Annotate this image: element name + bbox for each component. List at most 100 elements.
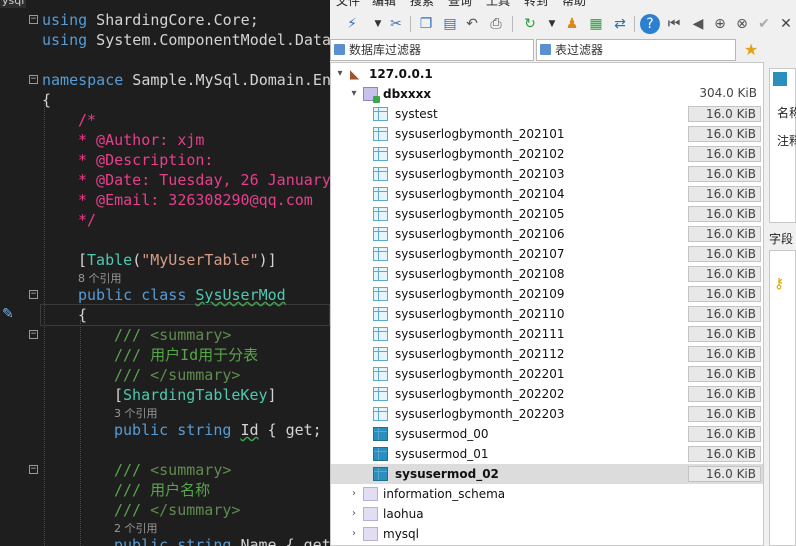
tree-table-node[interactable]: sysusermod_00 16.0 KiB [331,424,763,444]
table-size: 16.0 KiB [688,406,761,422]
tree-table-node[interactable]: sysuserlogbymonth_202106 16.0 KiB [331,224,763,244]
apply-icon[interactable]: ✔ [754,14,774,34]
paste-icon[interactable]: ▤ [440,14,460,34]
session-tree[interactable]: ▾ ◣ 127.0.0.1 ▾ dbxxxx 304.0 KiB systest… [330,62,764,546]
tree-table-node[interactable]: sysusermod_02 16.0 KiB [331,464,763,484]
table-name: sysuserlogbymonth_202101 [395,127,565,141]
property-declaration[interactable]: public string Id { get; set; } [114,420,330,440]
tree-table-node[interactable]: sysuserlogbymonth_202103 16.0 KiB [331,164,763,184]
dropdown-icon[interactable]: ▼ [368,14,388,34]
table-size: 16.0 KiB [688,146,761,162]
tree-database-node[interactable]: ▾ dbxxxx 304.0 KiB [331,84,763,104]
disconnect-icon[interactable]: ✂ [386,14,406,34]
close-icon[interactable]: ✕ [776,14,796,34]
table-size: 16.0 KiB [688,326,761,342]
table-filter-input[interactable]: 表过滤器 [536,39,736,61]
fold-toggle[interactable]: − [29,330,38,339]
tree-table-node[interactable]: sysuserlogbymonth_202110 16.0 KiB [331,304,763,324]
tree-database-node[interactable]: › laohua [331,504,763,524]
prev-icon[interactable]: ◀ [688,14,708,34]
fold-toggle[interactable]: − [29,465,38,474]
attribute-line[interactable]: [Table("MyUserTable")] [78,250,277,270]
quick-actions-brush-icon[interactable]: ✎ [2,306,18,322]
table-icon [373,207,388,221]
fold-toggle[interactable]: − [29,75,38,84]
comment-line[interactable]: */ [78,210,96,230]
code-line[interactable]: { [42,90,51,110]
refresh-icon[interactable]: ↻ [520,14,540,34]
tree-table-node[interactable]: sysuserlogbymonth_202101 16.0 KiB [331,124,763,144]
database-label: mysql [383,527,419,541]
tree-table-node[interactable]: sysusermod_01 16.0 KiB [331,444,763,464]
tree-host-node[interactable]: ▾ ◣ 127.0.0.1 [331,64,763,84]
add-icon[interactable]: ⊕ [710,14,730,34]
code-line[interactable]: { [78,305,87,325]
code-line[interactable]: namespace Sample.MySql.Domain.Entitys [42,70,330,90]
tree-table-node[interactable]: sysuserlogbymonth_202104 16.0 KiB [331,184,763,204]
table-name: sysuserlogbymonth_202108 [395,267,565,281]
connect-icon[interactable]: ⚡ [342,14,362,34]
help-icon[interactable]: ? [640,14,660,34]
print-icon[interactable]: ⎙ [486,14,506,34]
first-icon[interactable]: ⏮ [664,14,684,34]
tree-table-node[interactable]: systest 16.0 KiB [331,104,763,124]
xmldoc-line[interactable]: /// <summary> [114,460,231,480]
tree-table-node[interactable]: sysuserlogbymonth_202111 16.0 KiB [331,324,763,344]
code-line[interactable]: using System.ComponentModel.DataAnnotati… [42,30,330,50]
class-declaration[interactable]: public class SysUserMod [78,285,286,305]
tree-table-node[interactable]: sysuserlogbymonth_202102 16.0 KiB [331,144,763,164]
tree-table-node[interactable]: sysuserlogbymonth_202107 16.0 KiB [331,244,763,264]
tree-table-node[interactable]: sysuserlogbymonth_202112 16.0 KiB [331,344,763,364]
users-icon[interactable]: ♟ [562,14,582,34]
tree-table-node[interactable]: sysuserlogbymonth_202203 16.0 KiB [331,404,763,424]
xmldoc-line[interactable]: /// </summary> [114,500,240,520]
star-icon[interactable]: ★ [738,39,764,61]
tree-database-node[interactable]: › mysql [331,524,763,544]
expand-arrow-icon[interactable]: › [349,528,359,540]
xmldoc-line[interactable]: /// <summary> [114,325,231,345]
code-line[interactable]: using ShardingCore.Core; [42,10,259,30]
xmldoc-line[interactable]: /// </summary> [114,365,240,385]
comment-line[interactable]: /* [78,110,96,130]
table-name: sysuserlogbymonth_202103 [395,167,565,181]
database-filter-input[interactable]: 数据库过滤器 [330,39,534,61]
fold-toggle[interactable]: − [29,15,38,24]
table-size: 16.0 KiB [688,186,761,202]
table-size: 16.0 KiB [688,266,761,282]
collapse-arrow-icon[interactable]: ▾ [349,88,359,100]
table-size: 16.0 KiB [688,346,761,362]
xmldoc-line[interactable]: /// 用户名称 [114,480,210,500]
code-editor[interactable]: ysql − − − − − ✎ using ShardingCore.Core… [0,0,330,546]
codelens-references[interactable]: 2 个引用 [114,520,158,536]
undo-icon[interactable]: ↶ [462,14,482,34]
tree-table-node[interactable]: sysuserlogbymonth_202108 16.0 KiB [331,264,763,284]
property-declaration[interactable]: public string Name { get; set; } [114,535,330,546]
comment-line[interactable]: * @Email: 326308290@qq.com [78,190,313,210]
tree-table-node[interactable]: sysuserlogbymonth_202202 16.0 KiB [331,384,763,404]
export-icon[interactable]: ▦ [586,14,606,34]
collapse-arrow-icon[interactable]: ▾ [335,68,345,80]
tree-table-node[interactable]: sysuserlogbymonth_202201 16.0 KiB [331,364,763,384]
copy-icon[interactable]: ❐ [416,14,436,34]
comment-line[interactable]: * @Description: [78,150,213,170]
xmldoc-line[interactable]: /// 用户Id用于分表 [114,345,258,365]
database-label: dbxxxx [383,87,432,101]
fold-toggle[interactable]: − [29,290,38,299]
tree-database-node[interactable]: › information_schema [331,484,763,504]
editor-tab[interactable]: ysql [0,0,26,8]
table-size: 16.0 KiB [688,126,761,142]
comment-line[interactable]: * @Author: xjm [78,130,204,150]
dropdown-icon[interactable]: ▼ [542,14,562,34]
tree-table-node[interactable]: sysuserlogbymonth_202109 16.0 KiB [331,284,763,304]
database-label: information_schema [383,487,506,501]
attribute-line[interactable]: [ShardingTableKey] [114,385,277,405]
codelens-references[interactable]: 8 个引用 [78,270,122,286]
expand-arrow-icon[interactable]: › [349,508,359,520]
codelens-references[interactable]: 3 个引用 [114,405,158,421]
comment-line[interactable]: * @Date: Tuesday, 26 January 2021 [78,170,330,190]
tree-table-node[interactable]: sysuserlogbymonth_202105 16.0 KiB [331,204,763,224]
expand-arrow-icon[interactable]: › [349,488,359,500]
delete-icon[interactable]: ⊗ [732,14,752,34]
transfer-icon[interactable]: ⇄ [610,14,630,34]
database-label: laohua [383,507,424,521]
